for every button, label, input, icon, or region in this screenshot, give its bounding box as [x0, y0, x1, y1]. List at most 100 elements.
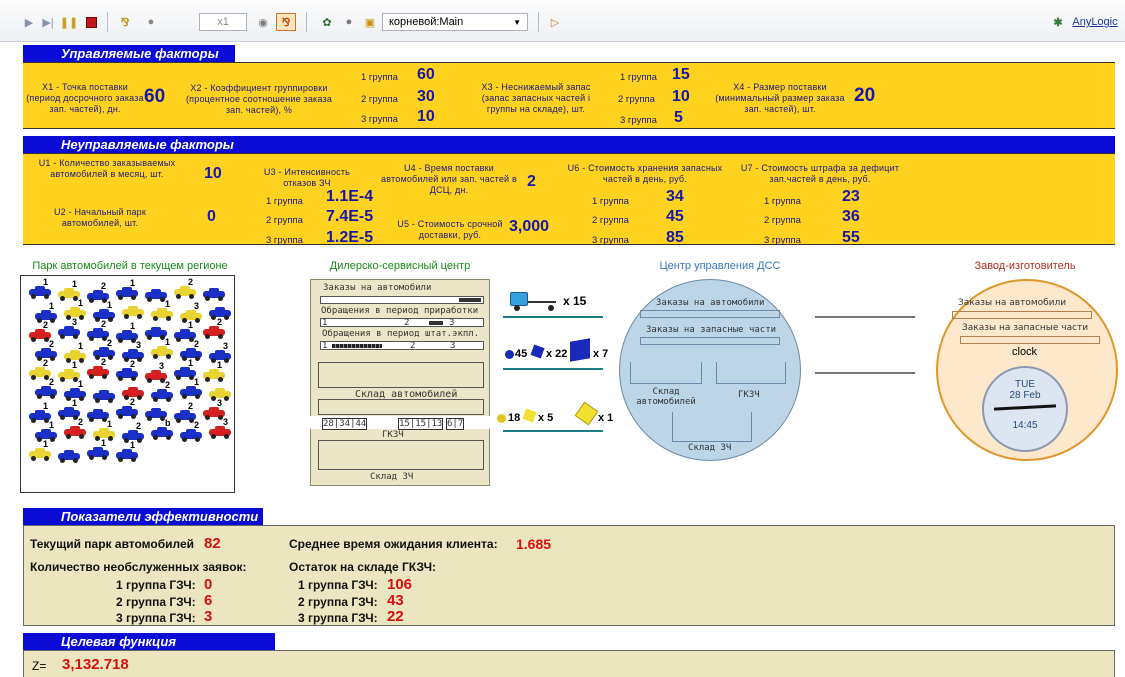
- u6-label: U6 - Стоимость хранения запасных частей …: [567, 163, 723, 184]
- car-icon: 2: [203, 317, 225, 339]
- toolbar-divider: [538, 12, 539, 32]
- wait-value: 1.685: [516, 536, 552, 552]
- unserved-g1-label: 1 группа ГЗЧ:: [116, 578, 196, 592]
- car-icon: 1: [116, 278, 138, 300]
- car-icon: [145, 408, 167, 421]
- transfer-line: [503, 316, 603, 318]
- car-count-label: 1: [72, 398, 78, 408]
- car-icon: 1: [203, 360, 225, 382]
- anylogic-link[interactable]: AnyLogic: [1070, 13, 1120, 31]
- car-count-label: 3: [194, 301, 200, 311]
- car-icon: 2: [35, 377, 57, 399]
- car-count-label: 3: [136, 340, 142, 350]
- x3-label: X3 - Неснижаемый запас (запас запасных ч…: [481, 82, 591, 114]
- speed-field[interactable]: x1: [199, 13, 247, 31]
- dealer-orders-label: Заказы на автомобили: [323, 283, 432, 293]
- center-orders-cars-label: Заказы на автомобили: [656, 298, 765, 308]
- u3-g1-value: 1.1E-4: [326, 188, 374, 205]
- car-icon: 1: [151, 337, 173, 359]
- u7-g3-label: 3 группа: [764, 235, 801, 246]
- link-line: [815, 372, 915, 374]
- car-icon: [58, 450, 80, 463]
- car-count-label: 1: [165, 337, 171, 347]
- unserved-g1-value: 0: [204, 576, 213, 593]
- chevron-down-icon: ▼: [513, 17, 521, 27]
- car-icon: 1: [174, 320, 196, 342]
- car-icon: 1: [174, 358, 196, 380]
- faster-icon[interactable]: ◉: [254, 13, 272, 31]
- car-icon: 2: [151, 380, 173, 402]
- car-icon: 2: [87, 281, 109, 303]
- car-count-label: 1: [217, 360, 223, 370]
- park-label: Текущий парк автомобилей: [30, 537, 195, 551]
- x2-label: X2 - Коэффициент группировки (процентное…: [185, 83, 333, 115]
- x1-label: X1 - Точка поставки (период досрочного з…: [26, 82, 144, 114]
- x2-g3-value: 10: [417, 108, 435, 125]
- wait-label: Среднее время ожидания клиента:: [289, 537, 498, 551]
- dealer-gkzch-g2: 15|15|13: [398, 418, 444, 430]
- dealer-warranty-n2: 2: [410, 341, 416, 351]
- car-icon: 2: [174, 401, 196, 423]
- run-icon[interactable]: ▶: [22, 13, 36, 31]
- car-icon: 3: [58, 317, 80, 339]
- unserved-g2-label: 2 группа ГЗЧ:: [116, 595, 196, 609]
- x2-g1-value: 60: [417, 66, 435, 83]
- clock-time: 14:45: [1012, 420, 1038, 431]
- unmanaged-factors-header: Неуправляемые факторы: [23, 136, 235, 153]
- car-icon: 1: [151, 299, 173, 321]
- car-icon: 1: [87, 438, 109, 460]
- center-car-store-label: Склад автомобилей: [636, 387, 696, 407]
- factory-orders-parts-label: Заказы на запасные части: [962, 323, 1089, 333]
- car-count-label: 1: [43, 277, 49, 287]
- center-gkzch-label: ГКЗЧ: [738, 390, 760, 400]
- u3-g2-value: 7.4E-5: [326, 208, 374, 225]
- dealer-warranty-n3: 3: [450, 341, 456, 351]
- u7-g3-value: 55: [842, 229, 860, 246]
- unmanaged-header-bar: [235, 136, 1115, 153]
- realtime-toggle-icon[interactable]: ⅋: [276, 13, 296, 31]
- car-count-label: 2: [107, 338, 113, 348]
- turtle-icon[interactable]: ●: [142, 13, 160, 31]
- dealer-parts-store-label: Склад ЗЧ: [370, 472, 414, 482]
- blue-part-medium-icon: [530, 344, 545, 359]
- car-icon: 2: [64, 417, 86, 439]
- slower-icon[interactable]: ⅋: [116, 13, 134, 31]
- dealer-warranty-n1: 1: [322, 341, 328, 351]
- dealer-warranty-fill: [332, 344, 382, 348]
- root-select[interactable]: корневой:Main ▼: [382, 13, 528, 31]
- wheel-icon: [514, 305, 520, 311]
- u3-g2-label: 2 группа: [266, 215, 303, 226]
- dealer-run-in-n2: 2: [404, 318, 410, 328]
- car-count-label: 1: [78, 341, 84, 351]
- toolbar-divider: [306, 12, 307, 32]
- car-icon: 3: [145, 361, 167, 383]
- center-orders-cars-box: [640, 310, 780, 318]
- view-icon[interactable]: ●: [340, 13, 358, 31]
- clock-day: TUE: [1015, 379, 1035, 390]
- stop-icon[interactable]: [84, 13, 98, 31]
- center-gkzch-box: [716, 362, 786, 384]
- dealer-run-in-bar: [320, 318, 484, 327]
- root-folder-icon[interactable]: ▣: [361, 13, 379, 31]
- car-count-label: 1: [194, 377, 200, 387]
- step-icon[interactable]: ▶|: [40, 13, 56, 31]
- u6-g3-label: 3 группа: [592, 235, 629, 246]
- toolbar: ▶ ▶| ❚❚ ⅋ ● x1 ◉ ⅋ ✿ ● ▣ корневой:Main ▼ …: [0, 0, 1125, 42]
- blue-part-count-b: x 22: [546, 348, 568, 360]
- stock-g3-value: 22: [387, 608, 404, 625]
- u7-g1-value: 23: [842, 188, 860, 205]
- car-icon: 1: [29, 277, 51, 299]
- center-car-store-box: [630, 362, 702, 384]
- car-count-label: 1: [49, 301, 55, 311]
- car-icon: 3: [209, 417, 231, 439]
- yellow-part-count-c: x 1: [598, 412, 614, 424]
- navigate-icon[interactable]: ✿: [318, 13, 336, 31]
- x4-value: 20: [854, 85, 876, 106]
- play-view-icon[interactable]: ▷: [548, 13, 562, 31]
- car-icon: 1: [116, 440, 138, 462]
- blue-part-large-icon: [570, 338, 590, 362]
- car-count-label: 3: [217, 398, 223, 408]
- pause-icon[interactable]: ❚❚: [60, 13, 78, 31]
- truck-icon: [510, 292, 528, 306]
- car-count-label: 1: [78, 379, 84, 389]
